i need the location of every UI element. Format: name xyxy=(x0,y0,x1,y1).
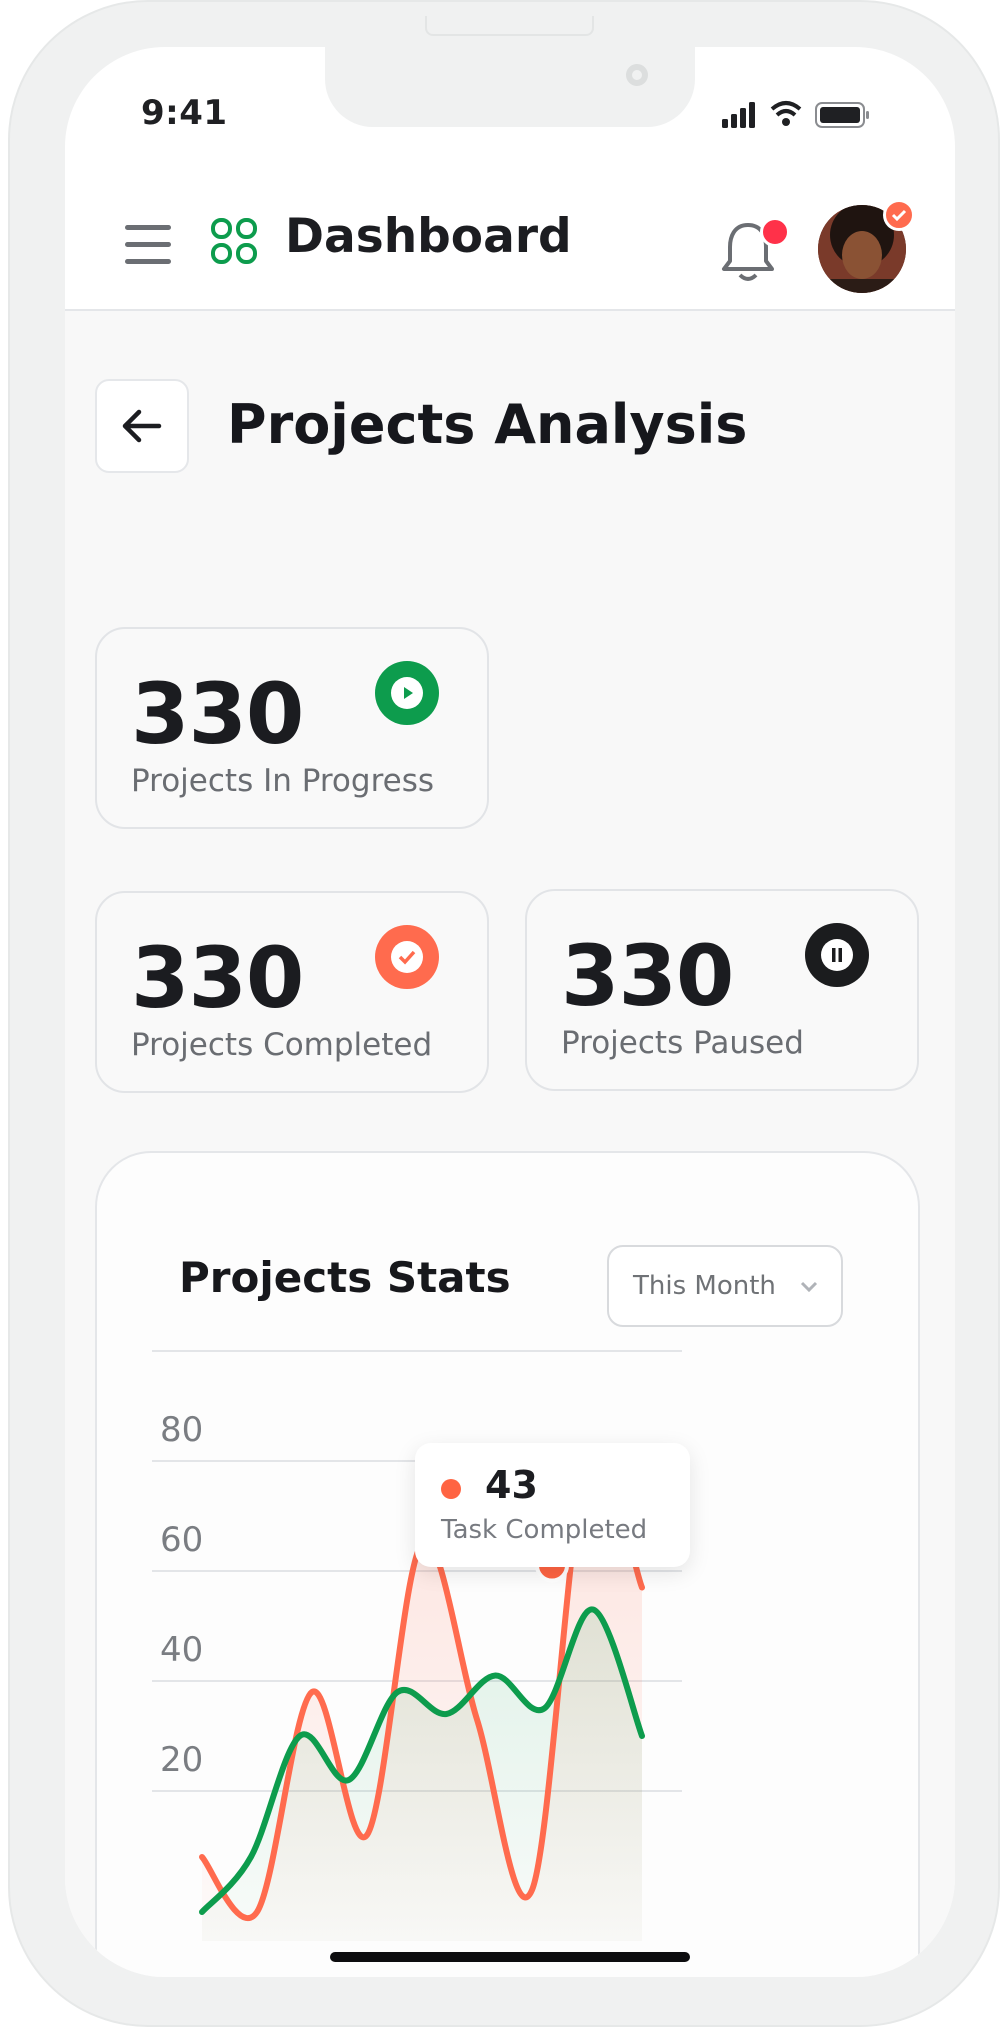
stat-card-in-progress[interactable]: 330 Projects In Progress xyxy=(95,627,489,829)
phone-screen: 9:41 Dashboard Projects Analysis 330 Pro… xyxy=(65,47,955,1977)
tooltip-value: 43 xyxy=(485,1463,538,1507)
stat-value: 330 xyxy=(561,927,734,1025)
app-header: Dashboard xyxy=(65,157,955,311)
y-tick-label: 80 xyxy=(160,1410,203,1450)
hamburger-icon[interactable] xyxy=(125,225,171,276)
stat-card-completed[interactable]: 330 Projects Completed xyxy=(95,891,489,1093)
stat-label: Projects Completed xyxy=(131,1027,433,1063)
notification-dot xyxy=(760,217,790,247)
stat-card-paused[interactable]: 330 Projects Paused xyxy=(525,889,919,1091)
stat-value: 330 xyxy=(131,929,304,1027)
verified-badge-icon xyxy=(883,199,915,231)
speaker-grille xyxy=(425,16,594,36)
projects-stats-card: Projects Stats This Month 80 60 40 20 43 Ta… xyxy=(95,1151,920,1977)
y-tick-label: 40 xyxy=(160,1630,203,1670)
front-camera xyxy=(626,64,648,86)
main-content: Projects Analysis 330 Projects In Progre… xyxy=(65,311,955,1977)
status-icons xyxy=(720,99,880,129)
status-time: 9:41 xyxy=(141,93,228,133)
notch xyxy=(325,47,695,127)
tooltip-dot xyxy=(441,1479,461,1499)
check-icon xyxy=(375,925,439,989)
pause-icon xyxy=(805,923,869,987)
stat-label: Projects In Progress xyxy=(131,763,435,799)
home-indicator xyxy=(330,1952,690,1962)
y-tick-label: 60 xyxy=(160,1520,203,1560)
apps-grid-icon xyxy=(211,218,257,264)
stat-value: 330 xyxy=(131,665,304,763)
phone-frame: 9:41 Dashboard Projects Analysis 330 Pro… xyxy=(8,0,1000,2027)
tooltip-label: Task Completed xyxy=(441,1515,648,1545)
page-title: Projects Analysis xyxy=(227,393,748,456)
stat-label: Projects Paused xyxy=(561,1025,804,1061)
arrow-left-icon xyxy=(122,409,162,443)
chart-tooltip: 43 Task Completed xyxy=(415,1443,690,1567)
app-title: Dashboard xyxy=(285,209,572,264)
play-icon xyxy=(375,661,439,725)
y-tick-label: 20 xyxy=(160,1740,203,1780)
signal-wifi-battery-icon xyxy=(722,101,869,128)
back-button[interactable] xyxy=(95,379,189,473)
